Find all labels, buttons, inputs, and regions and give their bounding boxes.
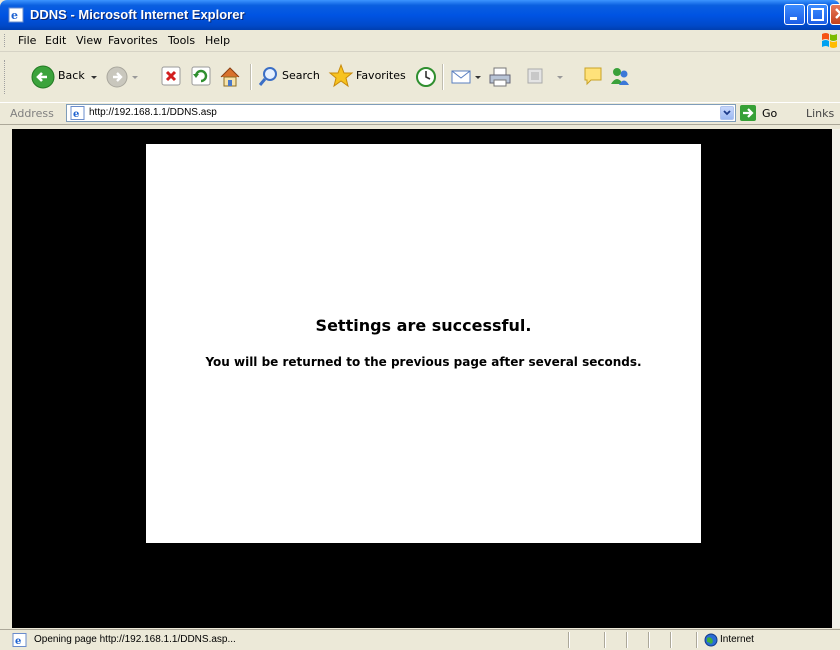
mail-dropdown-arrow[interactable] bbox=[474, 62, 482, 92]
chevron-down-icon bbox=[723, 110, 731, 116]
links-button[interactable]: Links bbox=[806, 107, 834, 120]
ie-page-icon: e bbox=[70, 106, 85, 120]
ie-page-icon: e bbox=[8, 7, 24, 23]
menu-tools[interactable]: Tools bbox=[168, 34, 195, 47]
forward-dropdown-arrow[interactable] bbox=[131, 62, 139, 92]
ie-page-icon: e bbox=[12, 633, 27, 647]
close-button[interactable] bbox=[830, 4, 840, 25]
window-title: DDNS - Microsoft Internet Explorer bbox=[30, 7, 245, 22]
back-button-label[interactable]: Back bbox=[58, 69, 85, 82]
menu-file[interactable]: File bbox=[18, 34, 36, 47]
go-label[interactable]: Go bbox=[762, 107, 777, 120]
menu-view[interactable]: View bbox=[76, 34, 102, 47]
globe-icon bbox=[704, 633, 718, 647]
menu-help[interactable]: Help bbox=[205, 34, 230, 47]
security-zone-label: Internet bbox=[720, 634, 754, 645]
address-field[interactable]: e http://192.168.1.1/DDNS.asp bbox=[66, 104, 736, 122]
status-divider bbox=[604, 632, 605, 648]
close-icon bbox=[835, 8, 840, 19]
search-icon[interactable] bbox=[258, 62, 280, 92]
status-divider bbox=[568, 632, 569, 648]
minimize-button[interactable] bbox=[784, 4, 805, 25]
favorites-star-icon[interactable] bbox=[328, 62, 354, 92]
window-frame-left bbox=[0, 125, 12, 629]
print-icon[interactable] bbox=[488, 62, 512, 92]
history-icon[interactable] bbox=[414, 62, 438, 92]
back-arrow-icon[interactable] bbox=[30, 62, 56, 92]
go-arrow-icon bbox=[743, 108, 754, 118]
maximize-button[interactable] bbox=[807, 4, 828, 25]
address-bar: Address e http://192.168.1.1/DDNS.asp Go… bbox=[0, 102, 840, 125]
menu-bar: File Edit View Favorites Tools Help bbox=[0, 30, 840, 52]
standard-toolbar: Back Search Favorites bbox=[0, 52, 840, 102]
messenger-icon[interactable] bbox=[608, 62, 632, 92]
minimize-icon bbox=[790, 17, 797, 20]
home-icon[interactable] bbox=[218, 62, 242, 92]
message-panel: Settings are successful. You will be ret… bbox=[146, 144, 701, 543]
refresh-icon[interactable] bbox=[190, 62, 212, 92]
mail-icon[interactable] bbox=[450, 62, 474, 92]
menu-favorites[interactable]: Favorites bbox=[108, 34, 158, 47]
status-divider bbox=[648, 632, 649, 648]
address-dropdown-button[interactable] bbox=[720, 106, 734, 120]
stop-icon[interactable] bbox=[160, 62, 182, 92]
vertical-scrollbar[interactable] bbox=[832, 129, 840, 628]
svg-text:e: e bbox=[15, 636, 21, 647]
menu-grip bbox=[4, 34, 8, 47]
svg-text:e: e bbox=[11, 9, 18, 22]
search-button-label[interactable]: Search bbox=[282, 69, 320, 82]
status-divider bbox=[626, 632, 627, 648]
toolbar-separator bbox=[442, 64, 443, 90]
maximize-icon bbox=[811, 8, 824, 21]
toolbar-separator bbox=[250, 64, 251, 90]
favorites-button-label[interactable]: Favorites bbox=[356, 69, 406, 82]
status-divider bbox=[696, 632, 697, 648]
menu-edit[interactable]: Edit bbox=[45, 34, 66, 47]
go-button[interactable] bbox=[740, 105, 756, 121]
toolbar-grip bbox=[4, 60, 8, 94]
redirect-message: You will be returned to the previous pag… bbox=[205, 355, 642, 369]
back-dropdown-arrow[interactable] bbox=[90, 62, 98, 92]
forward-arrow-icon[interactable] bbox=[105, 62, 129, 92]
success-message-title: Settings are successful. bbox=[315, 316, 532, 335]
discuss-icon[interactable] bbox=[582, 62, 606, 92]
address-url[interactable]: http://192.168.1.1/DDNS.asp bbox=[89, 107, 217, 118]
xp-flag-icon bbox=[822, 33, 837, 48]
svg-text:e: e bbox=[73, 109, 79, 120]
edit-icon[interactable] bbox=[524, 62, 546, 92]
address-label: Address bbox=[10, 107, 54, 120]
edit-dropdown-arrow[interactable] bbox=[556, 62, 564, 92]
status-divider bbox=[670, 632, 671, 648]
status-bar: e Opening page http://192.168.1.1/DDNS.a… bbox=[0, 629, 840, 650]
title-bar: e DDNS - Microsoft Internet Explorer bbox=[0, 0, 840, 30]
status-text: Opening page http://192.168.1.1/DDNS.asp… bbox=[34, 634, 236, 645]
